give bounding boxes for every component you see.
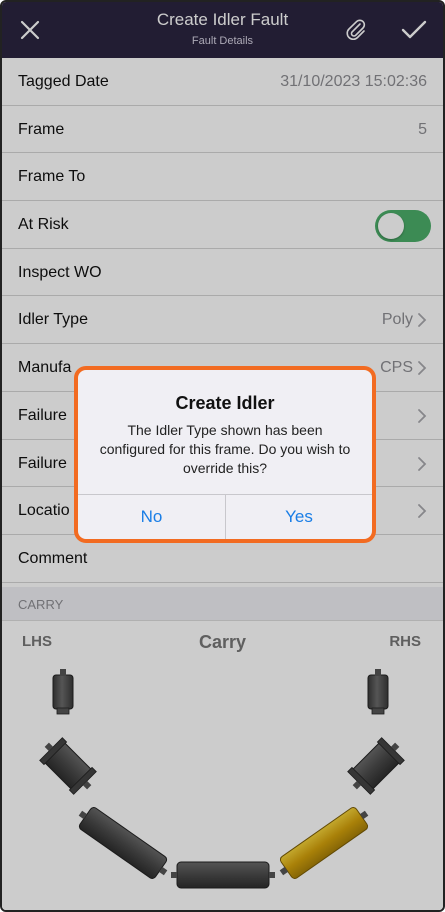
alert-message: The Idler Type shown has been configured… — [99, 422, 351, 476]
yes-button[interactable]: Yes — [226, 495, 372, 539]
create-idler-alert: Create Idler The Idler Type shown has be… — [74, 366, 376, 543]
alert-title: Create Idler — [175, 393, 275, 413]
no-button[interactable]: No — [78, 495, 225, 539]
app-screen: Create Idler Fault Fault Details Tagged … — [0, 0, 445, 912]
